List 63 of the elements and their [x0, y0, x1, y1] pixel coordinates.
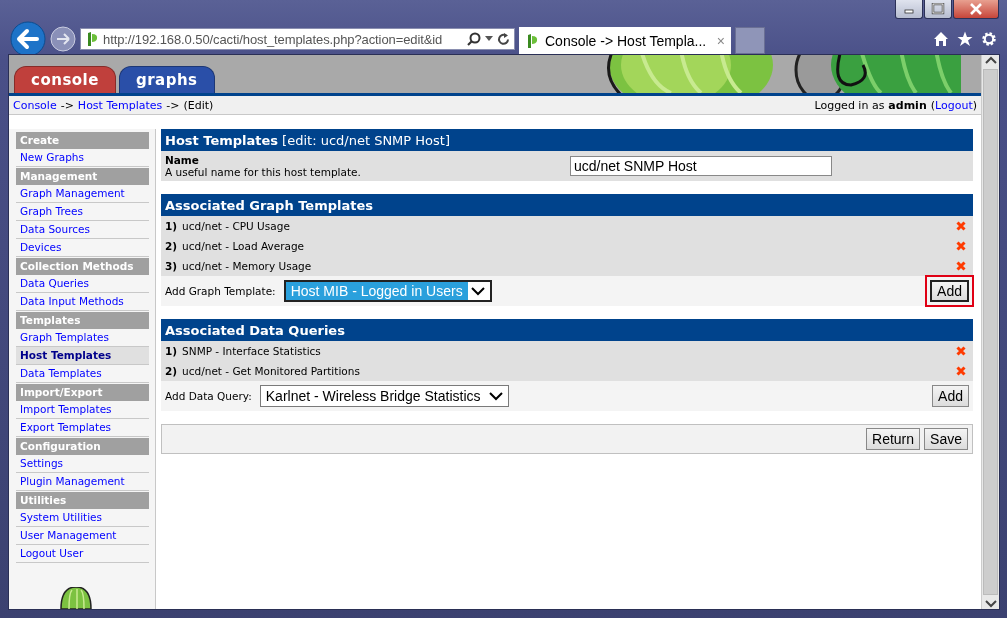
- panel-title: Host Templates: [165, 132, 279, 148]
- sidebar-link[interactable]: User Management: [16, 527, 149, 545]
- add-button[interactable]: Add: [932, 385, 969, 407]
- panel-subtitle: [edit: ucd/net SNMP Host]: [282, 132, 450, 148]
- url-text: http://192.168.0.50/cacti/host_templates.php?action=edit&id: [103, 31, 444, 47]
- field-description: A useful name for this host template.: [165, 166, 362, 178]
- item-number: 3): [165, 260, 178, 272]
- sidebar-link[interactable]: Data Sources: [16, 221, 149, 239]
- sidebar-link[interactable]: Data Input Methods: [16, 293, 149, 311]
- breadcrumb-text: ->: [60, 98, 74, 112]
- logout-link[interactable]: Logout: [935, 98, 973, 112]
- template-dropdown[interactable]: Karlnet - Wireless Bridge Statistics: [259, 385, 509, 407]
- nav-tab[interactable]: console: [14, 66, 116, 93]
- sidebar-heading: Templates: [16, 312, 149, 329]
- sidebar-link[interactable]: Settings: [16, 455, 149, 473]
- item-name: ucd/net - Get Monitored Partitions: [182, 365, 360, 377]
- item-name: ucd/net - CPU Usage: [182, 220, 290, 232]
- panel-title: Associated Graph Templates: [165, 197, 373, 213]
- item-number: 2): [165, 365, 178, 377]
- field-label: Name: [165, 154, 200, 166]
- add-label: Add Data Query:: [165, 390, 252, 402]
- sidebar-link[interactable]: Graph Trees: [16, 203, 149, 221]
- breadcrumb-text: (Edit): [183, 98, 214, 112]
- form-button[interactable]: Save: [924, 428, 968, 450]
- sidebar-link[interactable]: Data Templates: [16, 365, 149, 383]
- form-button[interactable]: Return: [866, 428, 921, 450]
- tab-close-button[interactable]: ×: [716, 32, 725, 49]
- sidebar-heading: Collection Methods: [16, 258, 149, 275]
- sidebar-link[interactable]: Host Templates: [16, 347, 149, 365]
- browser-tab[interactable]: Console -> Host Templa... ×: [519, 27, 731, 54]
- item-number: 1): [165, 345, 178, 357]
- login-text: ): [972, 98, 977, 112]
- login-text: Logged in as: [814, 98, 885, 112]
- item-number: 2): [165, 240, 178, 252]
- tab-title: Console -> Host Templa...: [545, 32, 708, 49]
- sidebar-link[interactable]: Devices: [16, 239, 149, 257]
- sidebar-link[interactable]: Logout User: [16, 545, 149, 563]
- sidebar-link[interactable]: Data Queries: [16, 275, 149, 293]
- panel-title: Associated Data Queries: [165, 322, 345, 338]
- add-label: Add Graph Template:: [165, 285, 276, 297]
- sidebar-link[interactable]: Import Templates: [16, 401, 149, 419]
- breadcrumb-text: ->: [166, 98, 180, 112]
- sidebar-link[interactable]: New Graphs: [16, 149, 149, 167]
- sidebar-link[interactable]: Graph Management: [16, 185, 149, 203]
- sidebar-heading: Configuration: [16, 438, 149, 455]
- name-field[interactable]: ucd/net SNMP Host: [570, 156, 832, 176]
- breadcrumb-link[interactable]: Host Templates: [77, 98, 163, 112]
- item-name: ucd/net - Memory Usage: [182, 260, 312, 272]
- nav-tab[interactable]: graphs: [118, 66, 215, 93]
- breadcrumb-link[interactable]: Console: [13, 98, 57, 112]
- sidebar-link[interactable]: Export Templates: [16, 419, 149, 437]
- sidebar-heading: Utilities: [16, 492, 149, 509]
- sidebar-heading: Management: [16, 168, 149, 185]
- user-name: admin: [888, 98, 927, 112]
- sidebar-heading: Import/Export: [16, 384, 149, 401]
- sidebar-link[interactable]: System Utilities: [16, 509, 149, 527]
- item-name: ucd/net - Load Average: [182, 240, 305, 252]
- item-number: 1): [165, 220, 178, 232]
- item-name: SNMP - Interface Statistics: [182, 345, 321, 357]
- address-bar[interactable]: http://192.168.0.50/cacti/host_templates.php?action=edit&id: [80, 28, 515, 50]
- sidebar-heading: Create: [16, 132, 149, 149]
- sidebar-link[interactable]: Plugin Management: [16, 473, 149, 491]
- login-text: (: [930, 98, 936, 112]
